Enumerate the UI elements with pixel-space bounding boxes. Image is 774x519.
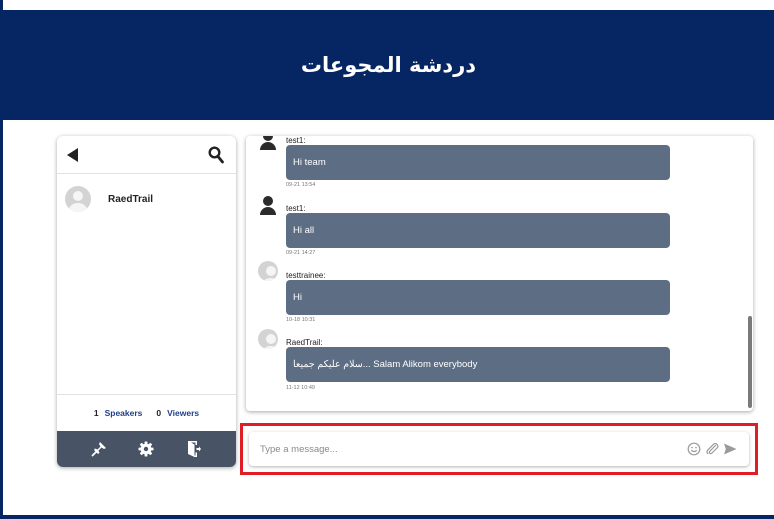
top-strip (0, 0, 774, 10)
messages-panel: test1: Hi team 09-21 13:54 test1: Hi all… (246, 136, 753, 411)
gear-icon[interactable] (136, 439, 156, 459)
participants-header (57, 136, 236, 174)
exit-icon[interactable] (184, 439, 204, 459)
message-item: test1: Hi team 09-21 13:54 (246, 136, 676, 190)
participants-panel: RaedTrail 1 Speakers 0 Viewers (57, 136, 236, 467)
attachment-icon[interactable] (705, 442, 719, 456)
message-bubble: سلام عليكم جميعا... Salam Alikom everybo… (286, 347, 670, 382)
message-item: RaedTrail: سلام عليكم جميعا... Salam Ali… (246, 328, 676, 394)
composer-highlight (240, 423, 758, 475)
message-bubble: Hi (286, 280, 670, 315)
message-time: 10-18 10:31 (286, 317, 316, 323)
page-title: دردشة المجوعات (300, 53, 477, 77)
avatar (65, 186, 91, 212)
participant-name: RaedTrail (108, 193, 154, 205)
message-item: testtrainee: Hi 10-18 10:31 (246, 260, 676, 326)
message-sender: RaedTrail: (286, 338, 323, 347)
message-bubble: Hi all (286, 213, 670, 248)
participant-item[interactable]: RaedTrail (65, 186, 153, 212)
app-frame: دردشة المجوعات RaedTrail 1 Speakers 0 Vi… (0, 0, 774, 519)
message-input[interactable] (260, 432, 660, 466)
search-icon[interactable] (208, 146, 224, 164)
composer (249, 432, 749, 466)
participants-toolbar (57, 431, 236, 467)
viewers-label[interactable]: Viewers (167, 408, 199, 418)
viewers-count: 0 (156, 408, 162, 418)
pin-icon[interactable] (89, 439, 109, 459)
frame-border-bottom (0, 515, 774, 519)
message-time: 09-21 14:27 (286, 250, 316, 256)
participant-stats: 1 Speakers 0 Viewers (57, 394, 236, 431)
page-header: دردشة المجوعات (3, 10, 774, 120)
avatar (258, 136, 278, 150)
emoji-icon[interactable] (687, 442, 701, 456)
send-icon[interactable] (723, 442, 737, 456)
avatar (258, 261, 278, 281)
messages-scrollbar[interactable] (748, 316, 752, 408)
message-sender: testtrainee: (286, 271, 326, 280)
avatar (258, 195, 278, 215)
message-item: test1: Hi all 09-21 14:27 (246, 195, 676, 259)
speakers-label[interactable]: Speakers (105, 408, 143, 418)
back-arrow-icon[interactable] (67, 148, 78, 162)
message-time: 11-12 10:49 (286, 385, 315, 391)
avatar (258, 329, 278, 349)
message-time: 09-21 13:54 (286, 182, 316, 188)
message-bubble: Hi team (286, 145, 670, 180)
message-sender: test1: (286, 136, 306, 145)
speakers-count: 1 (93, 408, 99, 418)
message-sender: test1: (286, 204, 306, 213)
